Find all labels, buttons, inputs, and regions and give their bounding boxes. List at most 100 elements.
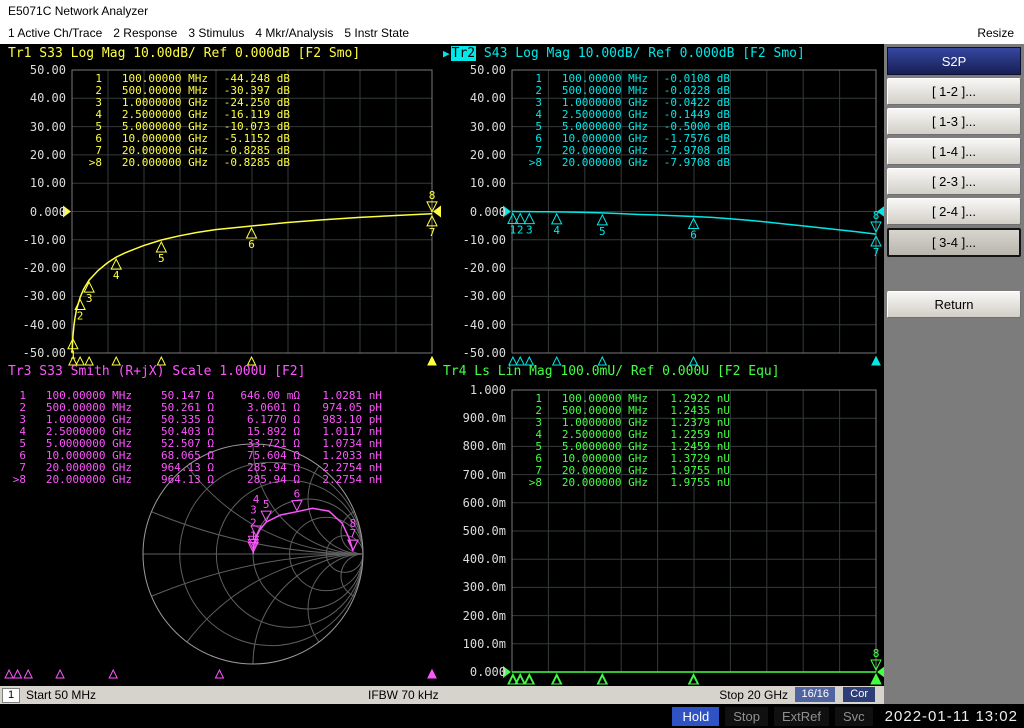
marker-label: 2	[77, 310, 84, 323]
menu-bar: 1 Active Ch/Trace 2 Response 3 Stimulus 4 M…	[0, 22, 1024, 44]
y-tick-label: -40.00	[22, 317, 66, 332]
y-tick-label: -10.00	[462, 232, 506, 247]
trace1-format: S33 Log Mag 10.00dB/ Ref 0.000dB [F2 Smo…	[31, 46, 361, 61]
y-tick-label: 30.00	[469, 119, 506, 134]
softkey-menu-title: S2P	[887, 47, 1021, 75]
trace3-marker-table: 1 100.00000 MHz 50.147 Ω 646.00 mΩ 1.0281 nH…	[10, 390, 382, 486]
trace1-y-axis: 50.00 40.00 30.00 20.00 10.00 0.000 -10.00 -20.…	[14, 63, 66, 360]
correction-badge: Cor	[843, 687, 875, 702]
trace1-title[interactable]: Tr1 S33 Log Mag 10.00dB/ Ref 0.000dB [F2…	[8, 46, 360, 61]
marker-label: 6	[294, 488, 301, 501]
window-titlebar: E5071C Network Analyzer	[0, 0, 1024, 22]
marker-label: 6	[248, 238, 255, 251]
sweep-stop-label: Stop 20 GHz	[719, 688, 788, 702]
softkey-return-button[interactable]: Return	[887, 291, 1021, 318]
marker-label: 4	[553, 224, 560, 237]
trace1-name: Tr1	[8, 46, 32, 61]
marker-label: 8	[429, 189, 436, 202]
y-tick-label: 20.00	[469, 147, 506, 162]
y-tick-label: 50.00	[29, 63, 66, 77]
marker-label: 8	[873, 647, 880, 660]
y-tick-label: 0.000	[469, 204, 506, 219]
clock: 2022-01-11 13:02	[884, 707, 1018, 725]
trace4-title[interactable]: Tr4 Ls Lin Mag 100.0mU/ Ref 0.000U [F2 E…	[443, 364, 780, 379]
trace1-marker-table: 1 100.00000 MHz -44.248 dB 2 500.00000 MHz -3…	[86, 73, 290, 169]
marker-symbol[interactable]	[291, 500, 303, 512]
marker-label: 5	[158, 252, 165, 265]
marker-stimulus-indicator	[427, 668, 437, 679]
marker-label: 5	[599, 225, 606, 238]
y-tick-label: 200.0m	[462, 608, 506, 623]
trace4-y-axis: 1.000 900.0m 800.0m 700.0m 600.0m 500.0m 400.0…	[452, 383, 506, 679]
y-tick-label: -20.00	[462, 261, 506, 276]
marker-row: >8 20.000000 GHz 1.9755 nU	[528, 476, 730, 489]
marker-stimulus-indicator	[214, 668, 225, 679]
y-tick-label: -30.00	[462, 289, 506, 304]
menu-item[interactable]: 4 Mkr/Analysis	[255, 26, 333, 40]
y-tick-label: 600.0m	[462, 495, 506, 510]
y-tick-label: -10.00	[22, 232, 66, 247]
y-tick-label: -50.00	[462, 346, 506, 360]
menu-item[interactable]: 2 Response	[113, 26, 177, 40]
y-tick-label: 0.000	[469, 665, 506, 679]
marker-label: 3	[526, 224, 533, 237]
y-tick-label: -40.00	[462, 317, 506, 332]
menu-item[interactable]: 3 Stimulus	[188, 26, 244, 40]
trace3-name: Tr3	[8, 364, 32, 379]
y-tick-label: 300.0m	[462, 580, 506, 595]
marker-symbol[interactable]	[596, 213, 609, 226]
trace2-y-axis: 50.00 40.00 30.00 20.00 10.00 0.000 -10.00 -20.…	[452, 63, 506, 360]
marker-label: 8	[873, 209, 880, 222]
menu-item[interactable]: 5 Instr State	[344, 26, 409, 40]
softkey-1-2[interactable]: [ 1-2 ]...	[887, 78, 1021, 105]
status-bar: 1 Start 50 MHz IFBW 70 kHz Stop 20 GHz 1…	[0, 686, 884, 704]
svc-indicator: Svc	[835, 706, 873, 726]
softkey-3-4[interactable]: [ 3-4 ]...	[887, 228, 1021, 257]
menu-items: 1 Active Ch/Trace 2 Response 3 Stimulus 4 M…	[8, 22, 409, 44]
marker-label: 5	[263, 498, 270, 511]
softkey-1-4[interactable]: [ 1-4 ]...	[887, 138, 1021, 165]
active-trace-indicator: ▶	[443, 47, 450, 60]
y-tick-label: 1.000	[469, 383, 506, 397]
y-tick-label: 700.0m	[462, 467, 506, 482]
trace4-marker-table: 1 100.00000 MHz 1.2922 nU 2 500.00000 MHz 1.2…	[526, 393, 730, 489]
marker-stimulus-indicator	[108, 668, 119, 679]
menu-item[interactable]: 1 Active Ch/Trace	[8, 26, 102, 40]
marker-symbol[interactable]	[523, 212, 536, 225]
marker-label: 6	[690, 228, 697, 241]
marker-label: 8	[350, 517, 357, 530]
y-tick-label: 0.000	[29, 204, 66, 219]
vna-application: E5071C Network Analyzer 1 Active Ch/Trac…	[0, 0, 1024, 728]
trace2-name: Tr2	[450, 46, 477, 61]
marker-label: 7	[429, 226, 436, 239]
trace3-marker-indicator-row	[4, 668, 437, 679]
marker-row: >8 20.000000 GHz 964.13 Ω 285.94 Ω 2.2754 nH	[12, 473, 382, 486]
trace2-title[interactable]: ▶ Tr2 S43 Log Mag 10.00dB/ Ref 0.000dB [F…	[443, 46, 805, 61]
softkey-1-3[interactable]: [ 1-3 ]...	[887, 108, 1021, 135]
marker-label: 1	[510, 224, 517, 237]
y-tick-label: 400.0m	[462, 552, 506, 567]
marker-symbol[interactable]	[550, 212, 563, 225]
softkey-menu: S2P [ 1-2 ]... [ 1-3 ]... [ 1-4 ]... [ 2-3 …	[884, 44, 1024, 704]
y-tick-label: 500.0m	[462, 524, 506, 538]
softkey-2-3[interactable]: [ 2-3 ]...	[887, 168, 1021, 195]
y-tick-label: -50.00	[22, 346, 66, 360]
marker-row: >8 20.000000 GHz -7.9708 dB	[528, 156, 730, 169]
marker-stimulus-indicator	[427, 355, 437, 366]
sweep-start-label: Start 50 MHz	[26, 688, 97, 702]
marker-stimulus-indicator	[871, 355, 881, 366]
y-tick-label: 30.00	[29, 119, 66, 134]
trace3-title[interactable]: Tr3 S33 Smith (R+jX) Scale 1.000U [F2]	[8, 364, 305, 379]
marker-symbol[interactable]	[155, 240, 168, 253]
marker-stimulus-indicator	[4, 668, 14, 679]
y-tick-label: 40.00	[29, 91, 66, 106]
instrument-status-bar: Hold Stop ExtRef Svc 2022-01-11 13:02	[0, 704, 1024, 728]
y-tick-label: 20.00	[29, 147, 66, 162]
resize-button[interactable]: Resize	[977, 22, 1014, 44]
trigger-state-badge[interactable]: Hold	[672, 706, 720, 726]
trace3-format: S33 Smith (R+jX) Scale 1.000U [F2]	[31, 364, 306, 379]
marker-label: 1	[70, 349, 77, 362]
trace-line	[252, 507, 354, 555]
softkey-2-4[interactable]: [ 2-4 ]...	[887, 198, 1021, 225]
channel-indicator: 1	[2, 688, 20, 703]
